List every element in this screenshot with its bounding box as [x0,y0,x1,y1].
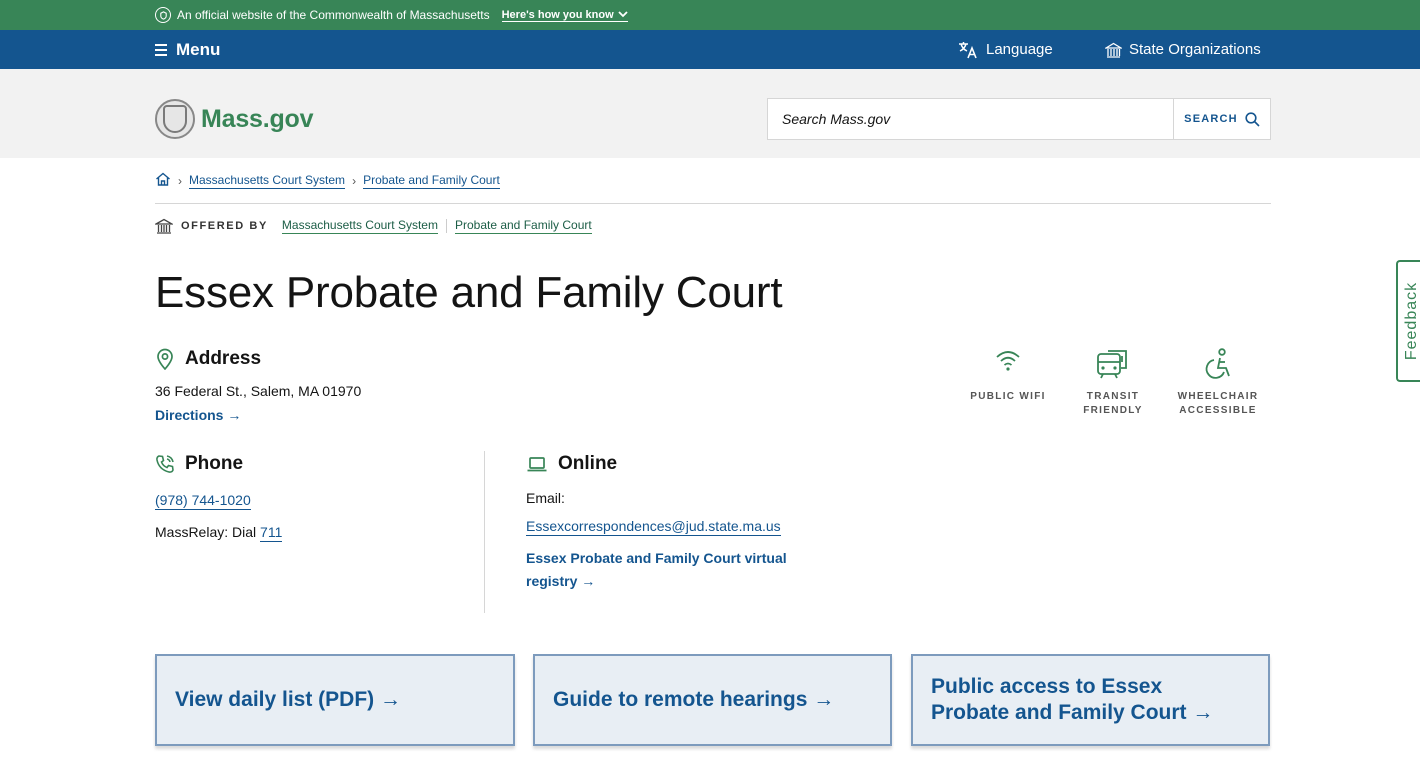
feedback-label: Feedback [1403,281,1420,361]
massrelay-number-link[interactable]: 711 [260,524,283,542]
menu-label: Menu [176,39,221,59]
seal-icon [155,7,171,23]
phone-heading-label: Phone [185,453,244,474]
feedback-tab[interactable]: Feedback [1396,260,1420,382]
breadcrumb: › Massachusetts Court System › Probate a… [155,172,500,190]
search-icon [1245,111,1260,127]
how-you-know-label: Here's how you know [501,8,614,21]
email-link[interactable]: Essexcorrespondences@jud.state.ma.us [526,518,781,536]
separator [445,219,447,233]
main-nav: Menu Language State Organizations [0,30,1420,69]
building-icon [1105,42,1122,58]
home-link[interactable] [155,172,171,190]
phone-number-link[interactable]: (978) 744-1020 [155,492,251,510]
how-you-know-link[interactable]: Here's how you know [501,8,628,22]
chevron-right-icon: › [352,174,357,188]
menu-button[interactable]: Menu [155,40,220,60]
public-access-card[interactable]: Public access to Essex Probate and Famil… [911,654,1270,746]
address-heading: Address [155,348,261,370]
column-divider [484,451,485,613]
remote-hearings-card[interactable]: Guide to remote hearings → [533,654,892,746]
amenity-wifi: PUBLIC WIFI [958,348,1058,404]
wheelchair-icon [1205,348,1230,379]
breadcrumb-divider [155,203,1271,204]
search-button[interactable]: SEARCH [1173,99,1270,139]
offered-by-court-system[interactable]: Massachusetts Court System [281,218,438,234]
hamburger-icon [155,43,167,56]
massrelay-label: MassRelay: Dial [155,524,257,540]
offered-by-probate-court[interactable]: Probate and Family Court [454,218,592,234]
site-header: Mass.gov SEARCH [0,69,1420,158]
amenity-wheelchair: WHEELCHAIR ACCESSIBLE [1168,348,1268,418]
laptop-icon [527,457,547,472]
online-heading-label: Online [558,453,618,474]
offered-by-label: OFFERED BY [181,220,268,232]
transit-icon [1097,350,1127,379]
mass-gov-logo[interactable]: Mass.gov [155,99,314,139]
search-input[interactable] [768,99,1173,139]
chevron-down-icon [618,11,628,18]
directions-link[interactable]: Directions → [155,407,241,423]
official-text: An official website of the Commonwealth … [177,8,490,22]
logo-text: Mass.gov [201,104,314,133]
search-button-label: SEARCH [1184,113,1238,125]
daily-list-card[interactable]: View daily list (PDF) → [155,654,515,746]
state-organizations-label: State Organizations [1129,41,1261,58]
amenity-transit-label: TRANSIT FRIENDLY [1083,391,1143,416]
translate-icon [959,41,977,58]
page-title: Essex Probate and Family Court [155,268,783,317]
amenity-wifi-label: PUBLIC WIFI [970,391,1046,402]
building-icon [155,218,173,234]
wifi-icon [996,351,1020,371]
language-label: Language [986,41,1053,58]
chevron-right-icon: › [178,174,182,188]
phone-heading: Phone [155,453,243,475]
breadcrumb-probate-court[interactable]: Probate and Family Court [363,173,500,189]
address-line: 36 Federal St., Salem, MA 01970 [155,383,362,399]
email-label: Email: [526,490,565,506]
amenity-transit: TRANSIT FRIENDLY [1063,348,1163,418]
breadcrumb-court-system[interactable]: Massachusetts Court System [189,173,346,189]
official-banner: An official website of the Commonwealth … [0,0,1420,30]
massrelay-text: MassRelay: Dial 711 [155,524,283,542]
phone-icon [156,455,174,473]
address-heading-label: Address [185,348,262,369]
state-organizations-button[interactable]: State Organizations [1105,41,1261,58]
home-icon [156,172,170,186]
online-heading: Online [526,453,617,475]
search-bar: SEARCH [767,98,1271,140]
map-pin-icon [157,348,173,370]
amenity-wheelchair-label: WHEELCHAIR ACCESSIBLE [1177,391,1259,416]
language-button[interactable]: Language [958,41,1053,59]
virtual-registry-link[interactable]: Essex Probate and Family Court virtual r… [526,547,816,593]
offered-by: OFFERED BY Massachusetts Court System Pr… [155,218,592,234]
state-seal-icon [155,99,195,139]
